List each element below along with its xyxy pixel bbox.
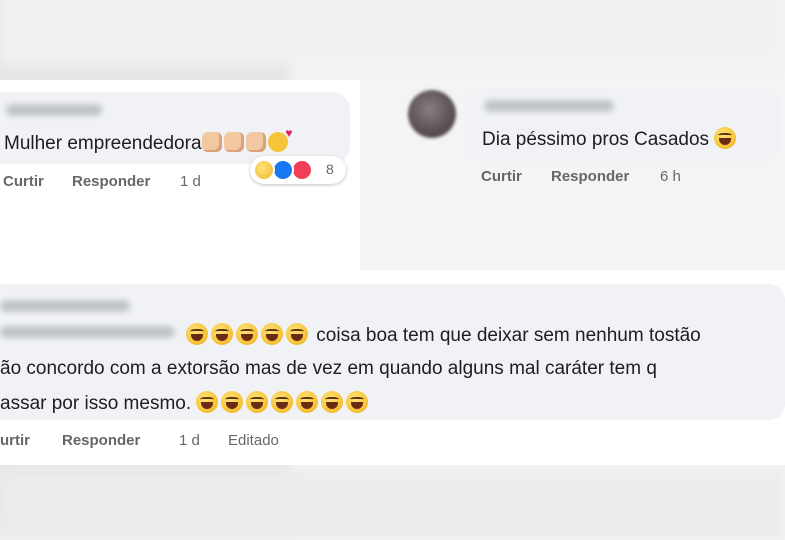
background-blur-bottom	[0, 470, 785, 540]
comment-text-3-line-2: ão concordo com a extorsão mas de vez em…	[0, 358, 657, 379]
comment-text-2: Dia péssimo pros Casados	[482, 127, 739, 151]
edited-label[interactable]: Editado	[228, 432, 279, 449]
laughing-face-icon	[211, 323, 233, 345]
smiling-face-with-hearts-icon	[267, 126, 293, 152]
comment-timestamp[interactable]: 6 h	[660, 168, 681, 185]
comment-text-3-line-3: assar por isso mesmo.	[0, 391, 371, 415]
laughing-face-icon	[346, 391, 369, 413]
laughing-face-icon	[186, 323, 208, 345]
clapping-hands-icon	[201, 132, 222, 152]
reply-button[interactable]: Responder	[62, 432, 140, 449]
comment-timestamp[interactable]: 1 d	[180, 173, 201, 190]
comment-author-blurred	[484, 100, 614, 112]
comment-author-blurred	[6, 104, 102, 116]
reaction-count: 8	[326, 161, 334, 177]
like-reaction-icon	[272, 159, 294, 181]
laughing-face-icon	[286, 323, 308, 345]
haha-reaction-icon	[253, 159, 275, 181]
laughing-face-icon	[271, 391, 294, 413]
comment-text-1: Mulher empreendedora	[4, 126, 293, 155]
comment-timestamp[interactable]: 1 d	[179, 432, 200, 449]
reply-button[interactable]: Responder	[72, 173, 150, 190]
background-blur-top	[0, 0, 785, 65]
love-reaction-icon	[291, 159, 313, 181]
clapping-hands-icon	[245, 132, 266, 152]
avatar[interactable]	[408, 90, 456, 138]
clapping-hands-icon	[223, 132, 244, 152]
laughing-face-icon	[261, 323, 283, 345]
like-button[interactable]: Curtir	[481, 168, 522, 185]
laughing-face-icon	[246, 391, 269, 413]
comment-author-blurred	[0, 300, 130, 312]
comment-text-3-line-1: coisa boa tem que deixar sem nenhum tost…	[186, 323, 701, 347]
laughing-face-icon	[236, 323, 258, 345]
laughing-face-icon	[196, 391, 219, 413]
laughing-face-icon	[321, 391, 344, 413]
reply-button[interactable]: Responder	[551, 168, 629, 185]
laughing-face-icon	[296, 391, 319, 413]
laughing-face-icon	[221, 391, 244, 413]
comment-author-blurred	[0, 326, 175, 338]
like-button[interactable]: urtir	[0, 432, 30, 449]
laughing-face-icon	[714, 127, 737, 149]
reactions-summary[interactable]: 8	[250, 156, 346, 184]
like-button[interactable]: Curtir	[3, 173, 44, 190]
